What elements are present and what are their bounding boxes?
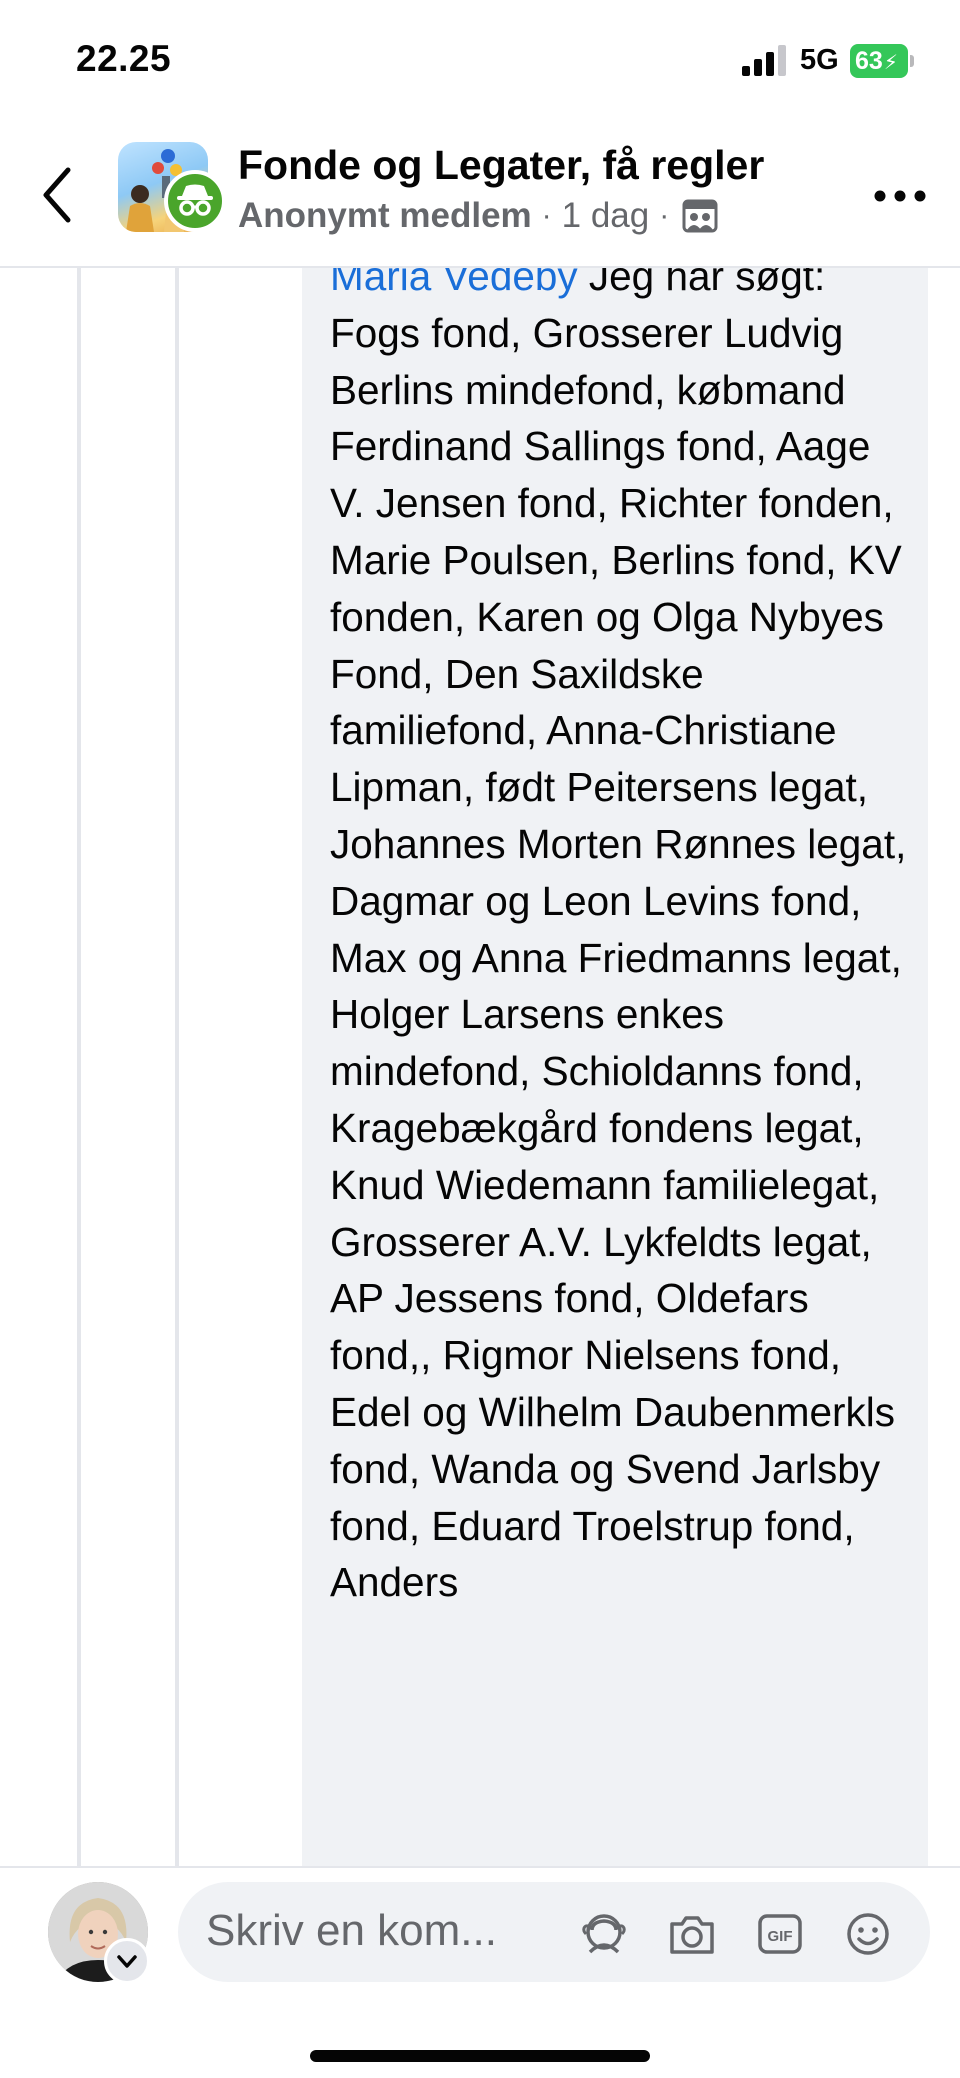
comment-body: Jeg har søgt: Fogs fond, Grosserer Ludvi… bbox=[330, 253, 907, 1606]
profile-switch-button[interactable] bbox=[104, 1938, 150, 1984]
back-chevron-icon[interactable] bbox=[36, 164, 80, 226]
group-name[interactable]: Fonde og Legater, få regler bbox=[238, 142, 764, 189]
more-options-icon[interactable] bbox=[872, 174, 928, 218]
anonymous-member-badge bbox=[164, 170, 226, 232]
thread-line bbox=[77, 268, 81, 1868]
chevron-down-icon bbox=[117, 1955, 137, 1968]
status-time: 22.25 bbox=[76, 38, 172, 79]
battery-level: 63⚡ bbox=[850, 44, 908, 78]
meta-separator: · bbox=[541, 199, 552, 232]
status-bar: 22.25 5G 63⚡ bbox=[0, 0, 960, 122]
battery-percent: 63 bbox=[855, 47, 883, 75]
emoji-icon[interactable] bbox=[842, 1908, 894, 1960]
avatar-reaction-icon[interactable] bbox=[578, 1908, 630, 1960]
charging-bolt-icon: ⚡ bbox=[883, 52, 898, 74]
group-audience-icon bbox=[682, 199, 718, 233]
post-age[interactable]: 1 dag bbox=[562, 196, 650, 236]
gif-icon[interactable]: GIF bbox=[754, 1908, 806, 1960]
meta-separator: · bbox=[659, 199, 670, 232]
incognito-icon bbox=[177, 184, 213, 216]
comment-input[interactable]: Skriv en kom... GIF bbox=[178, 1882, 930, 1982]
post-author[interactable]: Anonymt medlem bbox=[238, 196, 532, 236]
comment-thread-screen: 22.25 5G 63⚡ Fonde og Legater, få regler… bbox=[0, 0, 960, 2078]
home-indicator[interactable] bbox=[310, 2050, 650, 2062]
post-meta: Anonymt medlem · 1 dag · bbox=[238, 196, 719, 236]
svg-text:GIF: GIF bbox=[768, 1928, 793, 1945]
comment-placeholder: Skriv en kom... bbox=[206, 1906, 497, 1955]
post-header: Fonde og Legater, få regler Anonymt medl… bbox=[0, 122, 960, 268]
battery-indicator: 63⚡ bbox=[850, 44, 914, 78]
camera-icon[interactable] bbox=[666, 1908, 718, 1960]
comment-composer: Skriv en kom... GIF bbox=[0, 1866, 960, 2078]
composer-divider bbox=[0, 1866, 960, 1868]
comment-text: Maria Vedeby Jeg har søgt: Fogs fond, Gr… bbox=[330, 248, 914, 1611]
cellular-signal-icon bbox=[742, 45, 786, 76]
network-type: 5G bbox=[800, 44, 839, 76]
battery-tip bbox=[910, 55, 914, 67]
thread-line bbox=[175, 268, 179, 1868]
